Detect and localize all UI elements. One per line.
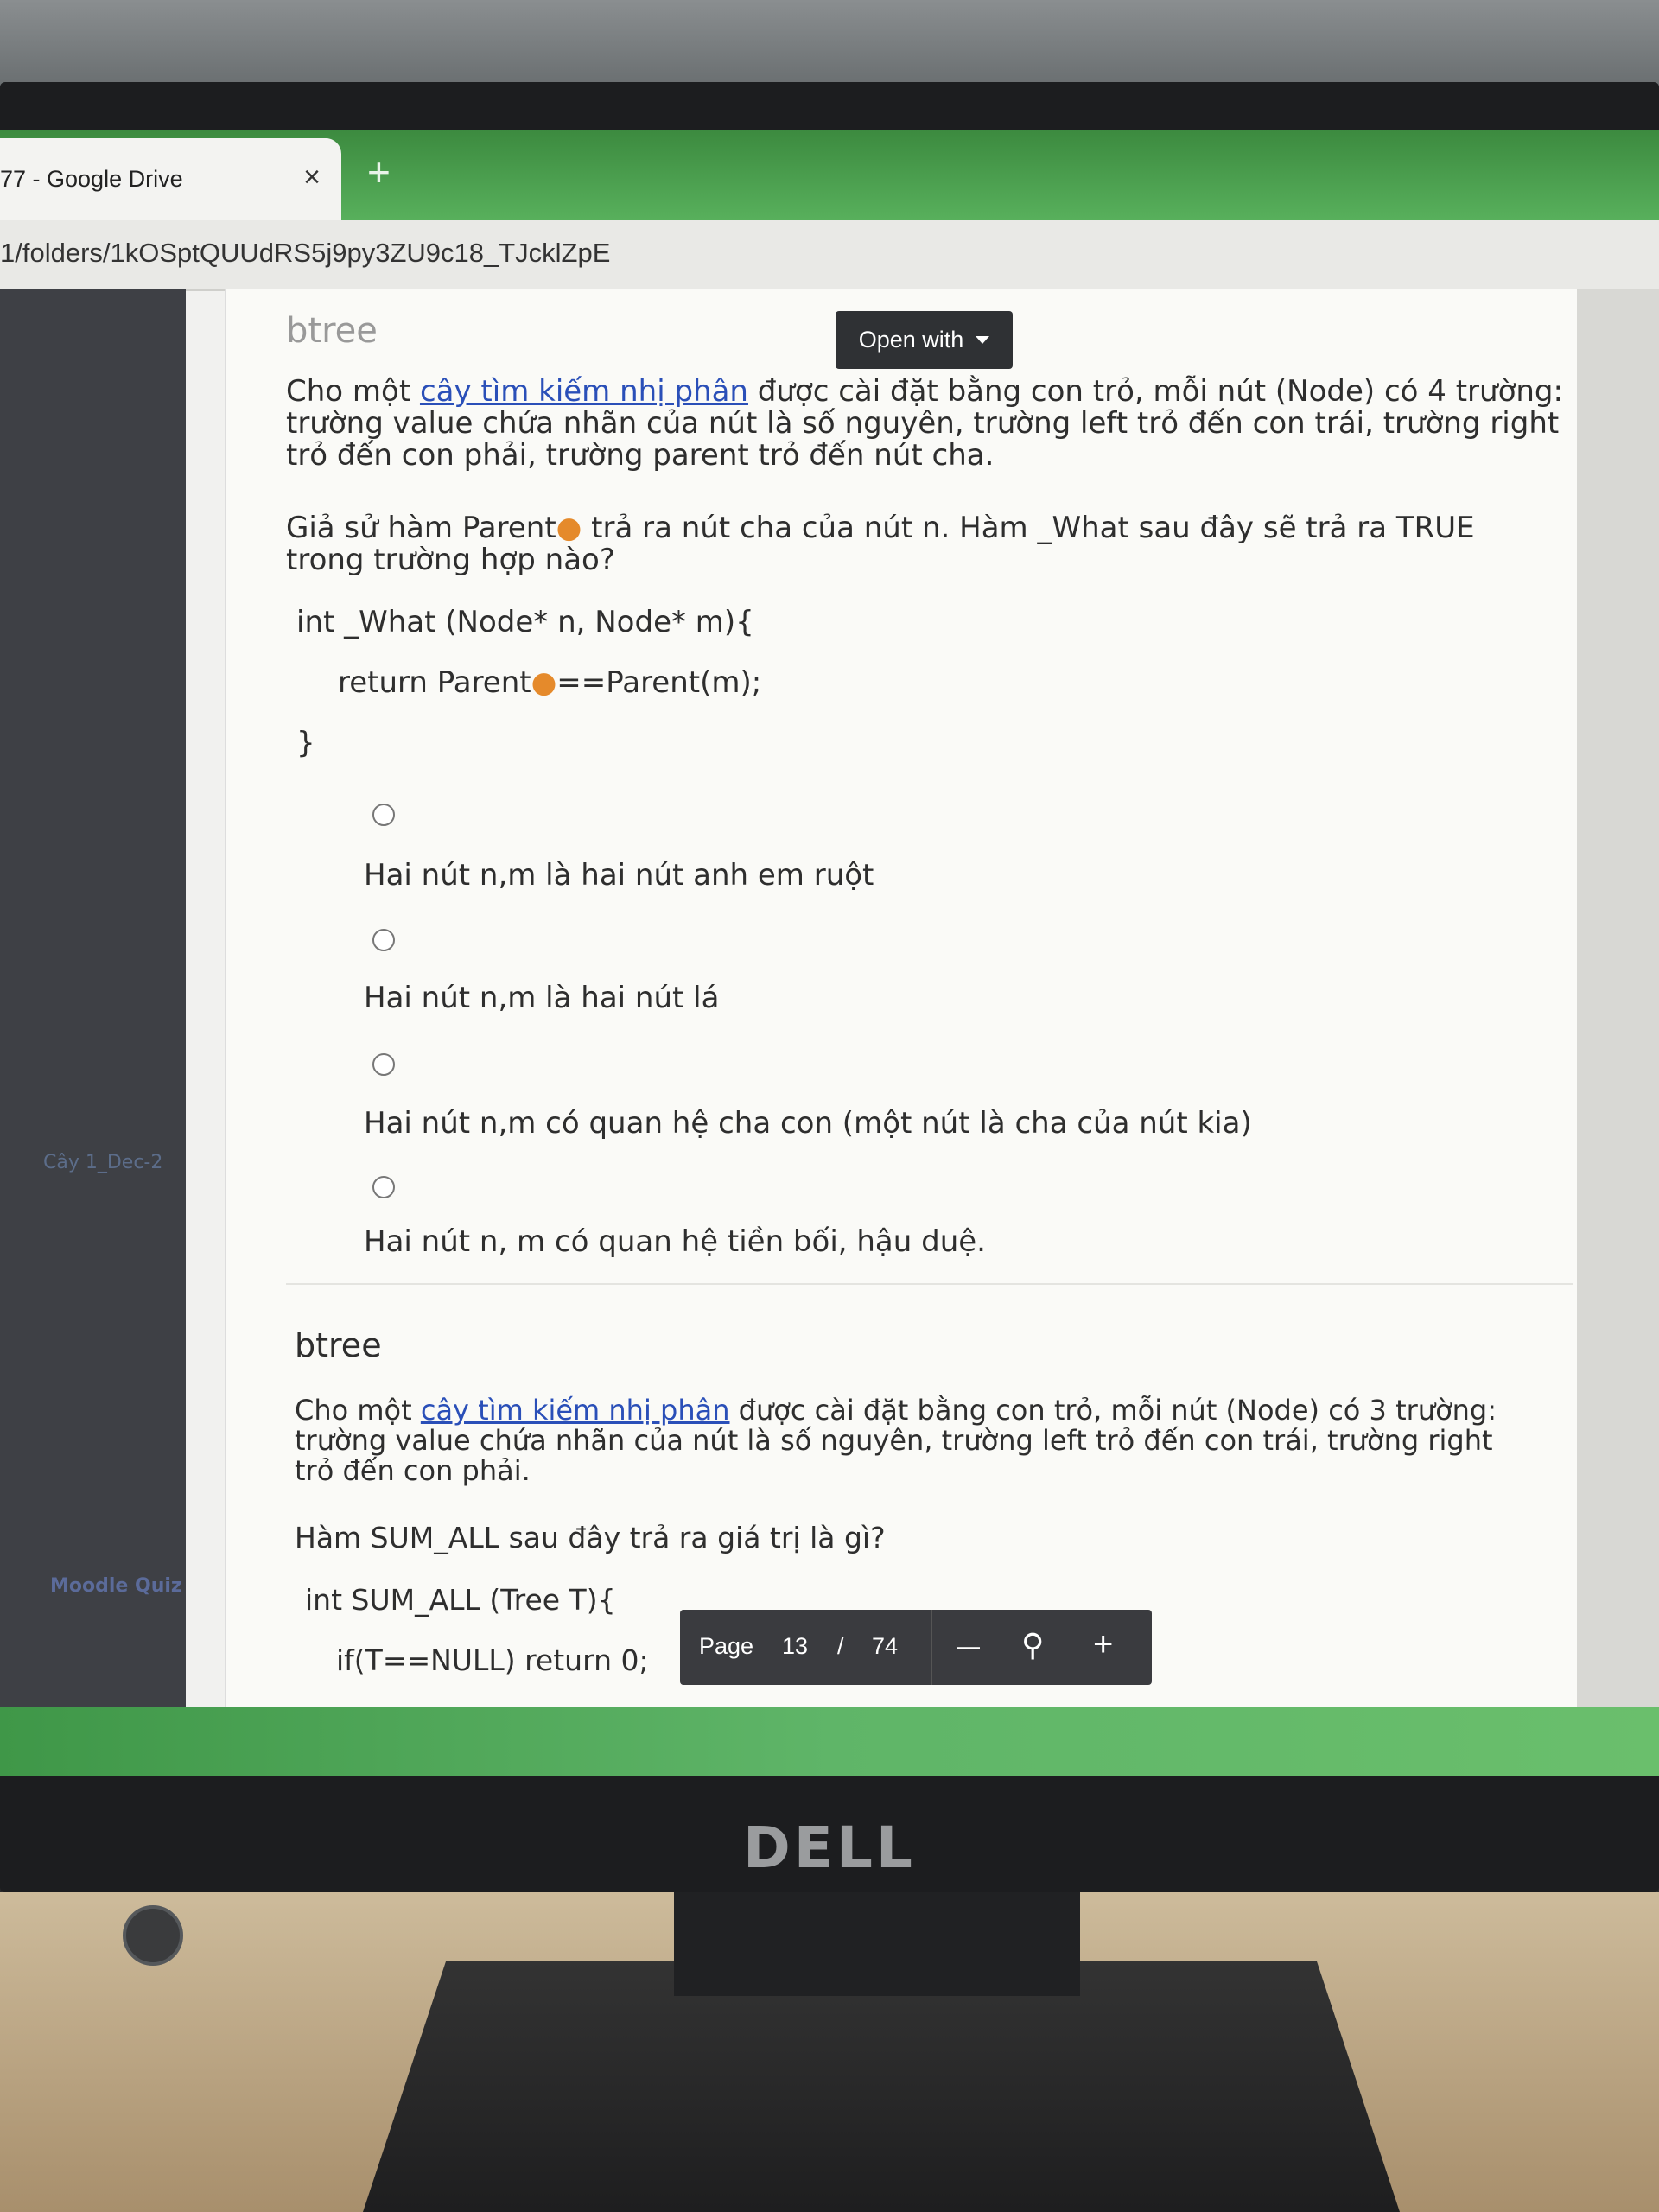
- page-separator: /: [837, 1633, 844, 1659]
- intro-text-end: được cài đặt bằng con trỏ, mỗi nút (Node…: [747, 374, 1563, 409]
- viewer-gutter: [1577, 289, 1659, 1776]
- tab-title: 77 - Google Drive: [0, 166, 183, 192]
- chevron-down-icon: [976, 336, 990, 344]
- open-with-button[interactable]: Open with: [836, 311, 1013, 369]
- question-prompt: Giả sử hàm Parent● trả ra nút cha của nú…: [286, 512, 1573, 576]
- prompt-text-2: trả ra nút cha của nút n. Hàm _What sau …: [582, 511, 1475, 545]
- taskbar: [0, 1707, 1659, 1776]
- page-total: 74: [872, 1633, 899, 1659]
- option-label-4[interactable]: Hai nút n, m có quan hệ tiền bối, hậu du…: [364, 1224, 986, 1259]
- intro-line-3: trỏ đến con phải, trường parent trỏ đến …: [286, 438, 995, 473]
- intro-text: Cho một: [286, 374, 420, 409]
- page-label: Page: [699, 1633, 754, 1659]
- intro-link[interactable]: cây tìm kiếm nhị phân: [420, 374, 748, 409]
- zoom-in-button[interactable]: +: [1093, 1625, 1113, 1664]
- monitor-brand: DELL: [743, 1815, 916, 1881]
- intro-text: Cho một: [295, 1394, 421, 1427]
- code-line-2: return Parent●==Parent(m);: [338, 665, 761, 700]
- question-intro: Cho một cây tìm kiếm nhị phân được cài đ…: [286, 376, 1573, 472]
- emoji-icon: ●: [556, 511, 582, 545]
- close-icon[interactable]: ×: [303, 161, 321, 194]
- open-with-label: Open with: [858, 327, 964, 353]
- question-2-intro: Cho một cây tìm kiếm nhị phân được cài đ…: [295, 1395, 1573, 1486]
- intro-line-2: trường value chứa nhãn của nút là số ngu…: [286, 406, 1560, 441]
- code-text: return Parent: [338, 665, 531, 700]
- option-label-3[interactable]: Hai nút n,m có quan hệ cha con (một nút …: [364, 1106, 1252, 1141]
- intro-link[interactable]: cây tìm kiếm nhị phân: [421, 1394, 730, 1427]
- code-text-2: ==Parent(m);: [556, 665, 762, 700]
- code-line-2: if(T==NULL) return 0;: [336, 1643, 649, 1677]
- sidebar-item-moodle-quiz[interactable]: Moodle Quiz: [50, 1575, 182, 1597]
- monitor-neck: [674, 1892, 1080, 1996]
- option-radio-3[interactable]: [372, 1053, 395, 1076]
- code-line-1: int SUM_ALL (Tree T){: [305, 1583, 616, 1617]
- code-line-1: int _What (Node* n, Node* m){: [296, 605, 754, 639]
- divider: [286, 1283, 1573, 1285]
- new-tab-button[interactable]: +: [367, 149, 391, 195]
- intro-line-2: trường value chứa nhãn của nút là số ngu…: [295, 1424, 1493, 1457]
- option-radio-1[interactable]: [372, 804, 395, 826]
- power-button-icon: [123, 1905, 183, 1966]
- question-title: btree: [286, 311, 378, 351]
- screen: 77 - Google Drive × + 1/folders/1kOSptQU…: [0, 130, 1659, 1776]
- intro-text-end: được cài đặt bằng con trỏ, mỗi nút (Node…: [729, 1394, 1497, 1427]
- drive-sidebar: [0, 289, 186, 1776]
- question-2-prompt: Hàm SUM_ALL sau đây trả ra giá trị là gì…: [295, 1521, 886, 1554]
- option-radio-4[interactable]: [372, 1176, 395, 1198]
- page-navigator: Page 13 / 74 — ⚲ +: [680, 1610, 1152, 1685]
- question-2-title: btree: [295, 1326, 382, 1364]
- address-bar[interactable]: 1/folders/1kOSptQUUdRS5j9py3ZU9c18_TJckl…: [0, 220, 1659, 291]
- code-line-3: }: [296, 726, 315, 760]
- zoom-out-button[interactable]: —: [957, 1633, 980, 1660]
- document-page: btree Cho một cây tìm kiếm nhị phân được…: [225, 289, 1578, 1776]
- option-label-1[interactable]: Hai nút n,m là hai nút anh em ruột: [364, 858, 874, 893]
- pager-divider: [931, 1610, 932, 1685]
- monitor-stand: [363, 1961, 1400, 2212]
- prompt-text: Giả sử hàm Parent: [286, 511, 556, 545]
- tab-bar: 77 - Google Drive × +: [0, 130, 1659, 220]
- zoom-icon: ⚲: [1021, 1627, 1045, 1662]
- prompt-text-3: trong trường hợp nào?: [286, 543, 615, 577]
- option-radio-2[interactable]: [372, 929, 395, 951]
- sidebar-item-file[interactable]: Cây 1_Dec-2: [43, 1152, 162, 1173]
- emoji-icon: ●: [531, 665, 557, 700]
- option-label-2[interactable]: Hai nút n,m là hai nút lá: [364, 981, 719, 1015]
- intro-line-3: trỏ đến con phải.: [295, 1454, 531, 1487]
- browser-tab[interactable]: 77 - Google Drive ×: [0, 138, 341, 220]
- page-current[interactable]: 13: [782, 1633, 808, 1660]
- address-text: 1/folders/1kOSptQUUdRS5j9py3ZU9c18_TJckl…: [0, 238, 611, 268]
